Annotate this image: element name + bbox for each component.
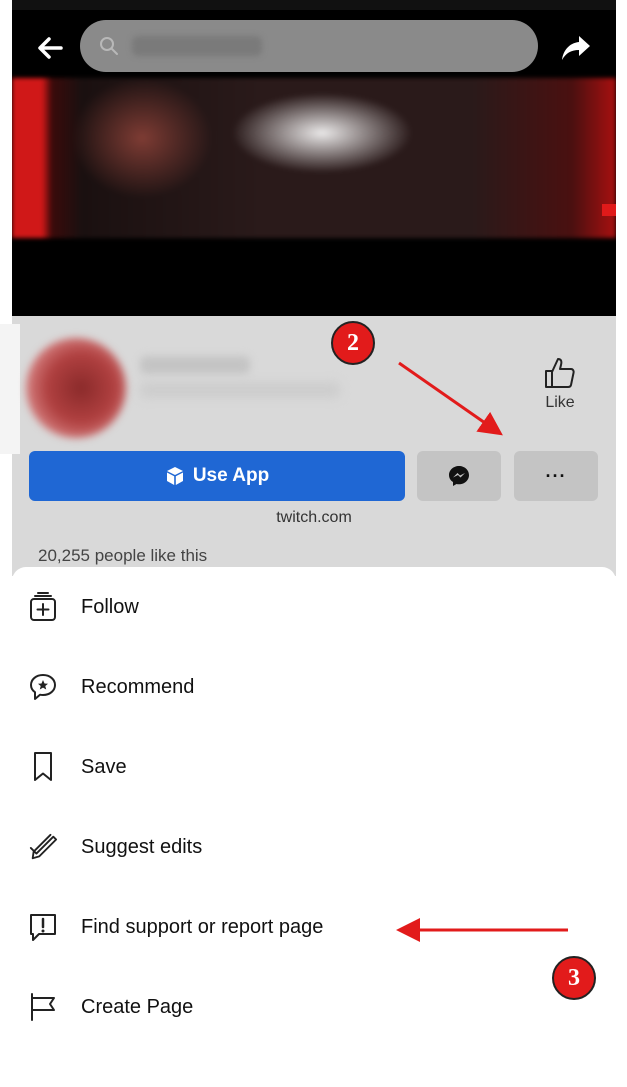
panel-edge [0,324,20,454]
flag-icon [28,992,58,1022]
page-header [12,0,616,316]
menu-item-suggest-edits[interactable]: Suggest edits [12,817,616,877]
like-button[interactable]: Like [530,356,590,418]
website-link[interactable]: twitch.com [12,509,616,527]
menu-item-label: Find support or report page [81,915,324,938]
recommend-icon [28,672,58,702]
status-bar [12,0,616,10]
search-icon [100,37,118,55]
search-query-redacted [132,36,262,56]
cover-photo[interactable] [12,78,616,238]
bookmark-icon [28,752,58,782]
menu-item-label: Suggest edits [81,835,203,858]
likes-count: 20,255 people like this [38,546,208,565]
menu-item-report[interactable]: Find support or report page [12,897,616,957]
avatar[interactable] [26,338,126,438]
actions-bottom-sheet: Follow Recommend Save Suggest edits Find… [12,567,616,1087]
cover-accent [602,204,616,216]
menu-item-label: Recommend [81,675,195,698]
step-3-badge: 3 [552,956,596,1000]
page-category-redacted [140,382,340,398]
menu-item-create-page[interactable]: Create Page [12,977,616,1037]
cube-icon [166,467,183,485]
pencil-icon [28,832,58,862]
page-info-panel: Like Use App ··· twitch.com 20,255 peopl… [0,316,616,576]
menu-item-label: Create Page [81,995,194,1018]
more-icon: ··· [545,465,567,486]
report-icon [28,912,58,942]
menu-item-follow[interactable]: Follow [12,577,616,637]
menu-item-save[interactable]: Save [12,737,616,797]
arrow-left-icon [38,37,63,59]
more-options-button[interactable]: ··· [514,451,598,501]
menu-item-recommend[interactable]: Recommend [12,657,616,717]
step-2-badge: 2 [331,321,375,365]
follow-icon [28,592,58,622]
messenger-icon [449,466,469,486]
like-label: Like [545,394,575,411]
menu-item-label: Save [81,755,127,778]
search-input[interactable] [80,20,538,72]
use-app-button[interactable]: Use App [29,451,405,501]
back-button[interactable] [30,28,70,68]
page-name-redacted [140,356,250,374]
thumbs-up-icon [545,358,575,388]
menu-item-label: Follow [81,595,139,618]
messenger-button[interactable] [417,451,501,501]
share-arrow-icon [562,36,590,60]
use-app-label: Use App [192,465,270,486]
share-button[interactable] [556,28,596,68]
